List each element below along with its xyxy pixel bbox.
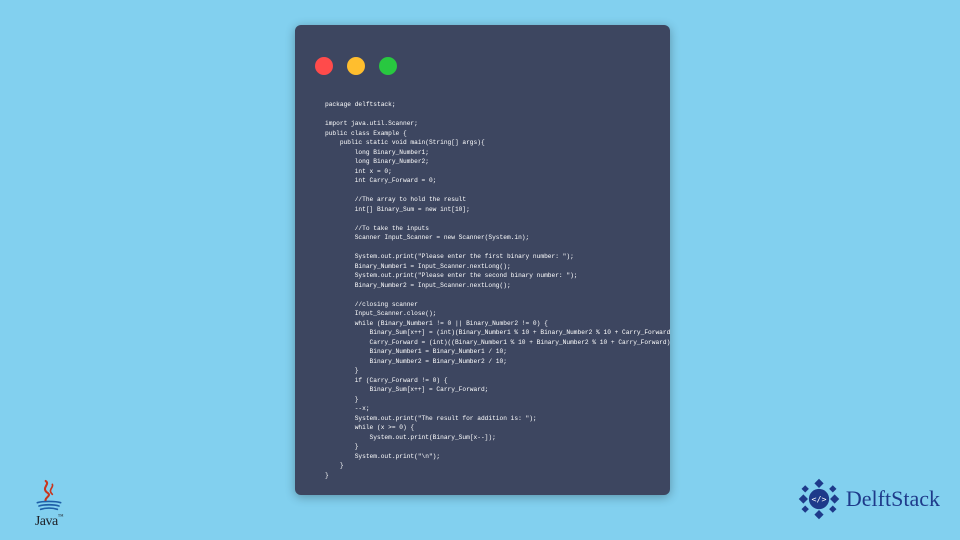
code-snippet: package delftstack; import java.util.Sca…	[325, 100, 650, 480]
code-window: package delftstack; import java.util.Sca…	[295, 25, 670, 495]
java-logo: Java™	[25, 479, 73, 530]
java-cup-icon	[25, 479, 73, 518]
svg-text:</>: </>	[811, 494, 826, 504]
maximize-icon[interactable]	[379, 57, 397, 75]
window-controls	[315, 57, 397, 75]
delftstack-wordmark: DelftStack	[846, 486, 940, 512]
close-icon[interactable]	[315, 57, 333, 75]
delftstack-badge-icon: </>	[796, 476, 842, 522]
minimize-icon[interactable]	[347, 57, 365, 75]
page: package delftstack; import java.util.Sca…	[0, 0, 960, 540]
delftstack-logo: </> DelftStack	[796, 476, 940, 522]
